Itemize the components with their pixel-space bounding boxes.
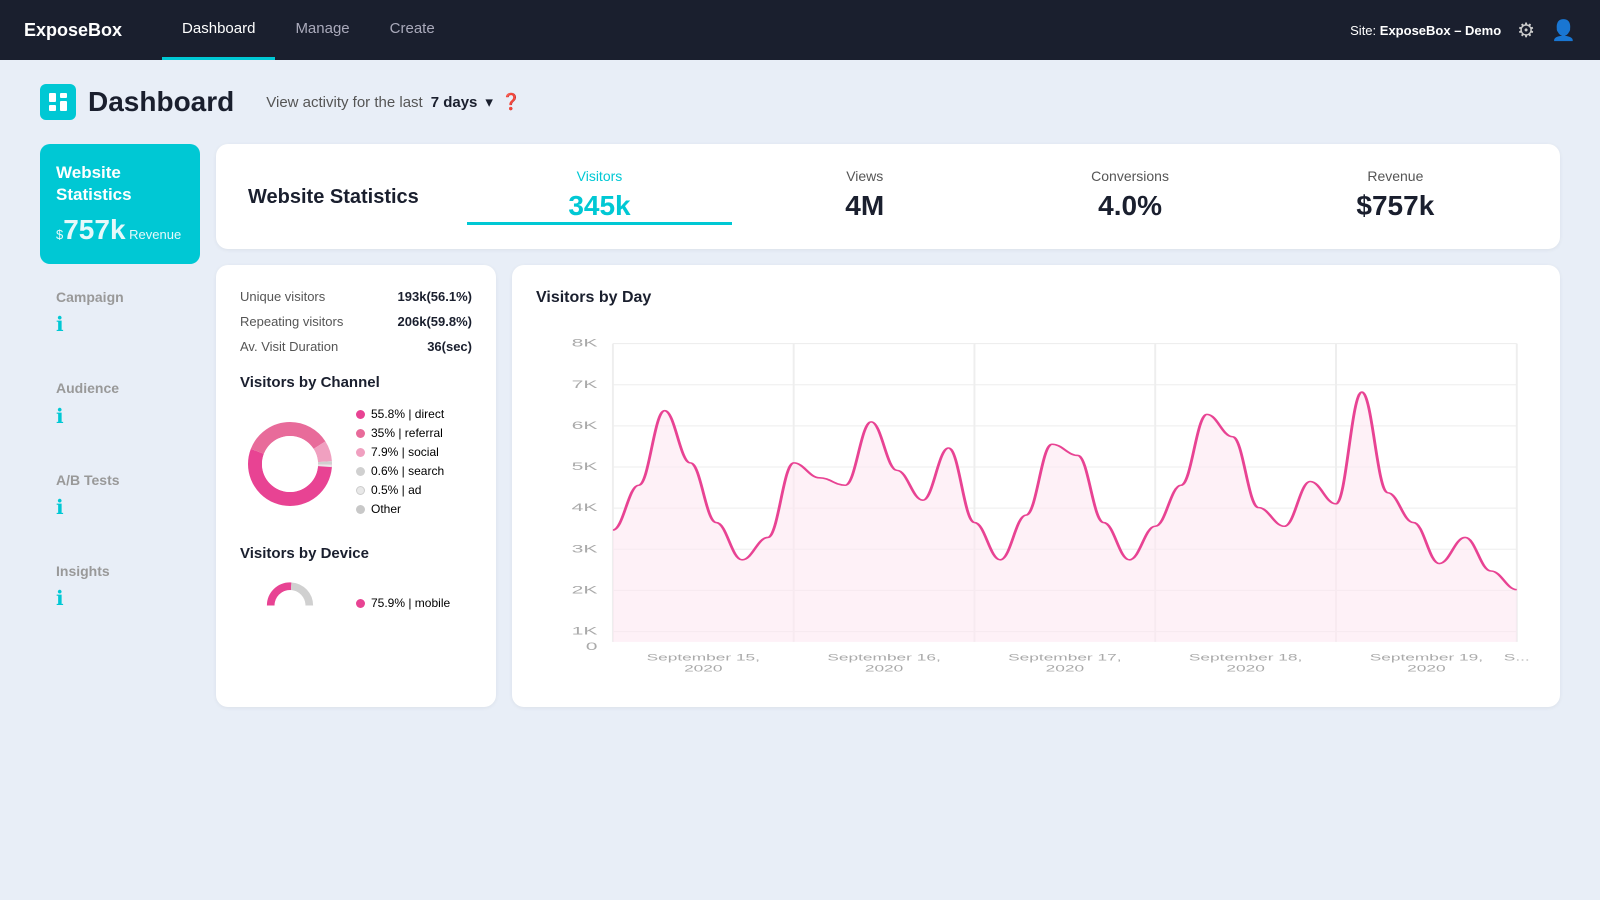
legend-dot-direct — [356, 410, 365, 419]
nav-link-dashboard[interactable]: Dashboard — [162, 0, 275, 60]
sidebar: Website Statistics $757k Revenue Campaig… — [40, 144, 200, 707]
metric-visitors[interactable]: Visitors 345k — [467, 168, 732, 225]
navbar: ExposeBox Dashboard Manage Create Site: … — [0, 0, 1600, 60]
legend-referral: 35% | referral — [356, 426, 444, 440]
channel-legend: 55.8% | direct 35% | referral 7.9% | soc… — [356, 407, 444, 521]
svg-text:6K: 6K — [572, 419, 599, 432]
legend-dot-other — [356, 505, 365, 514]
sidebar-item-audience[interactable]: Audience ℹ — [40, 355, 200, 446]
nav-logo: ExposeBox — [24, 20, 122, 41]
svg-text:0: 0 — [586, 640, 598, 653]
audience-icon: ℹ — [56, 404, 184, 429]
insights-icon: ℹ — [56, 586, 184, 611]
svg-text:2020: 2020 — [1046, 663, 1085, 674]
device-section: Visitors by Device 75.9% | mobile — [240, 545, 472, 633]
channel-donut-chart — [240, 414, 340, 514]
page-title: Dashboard — [88, 86, 234, 118]
page-header: Dashboard View activity for the last 7 d… — [40, 84, 1560, 120]
sidebar-item-revenue: $757k Revenue — [56, 214, 184, 246]
svg-text:8K: 8K — [572, 337, 599, 350]
activity-filter: View activity for the last 7 days ▾ ❓ — [266, 92, 521, 112]
stats-card: Website Statistics Visitors 345k Views 4… — [216, 144, 1560, 249]
sidebar-item-title: Website Statistics — [56, 162, 184, 206]
legend-search: 0.6% | search — [356, 464, 444, 478]
stat-visit-duration: Av. Visit Duration 36(sec) — [240, 339, 472, 354]
svg-text:3K: 3K — [572, 542, 599, 555]
visitors-by-day-chart: 8K 7K 6K 5K 4K 3K 2K 1K 0 — [536, 323, 1536, 683]
stat-unique-visitors: Unique visitors 193k(56.1%) — [240, 289, 472, 304]
metric-views[interactable]: Views 4M — [732, 168, 997, 225]
dashboard-icon — [40, 84, 76, 120]
right-panel: Visitors by Day — [512, 265, 1560, 707]
device-donut-section: 75.9% | mobile — [240, 578, 472, 633]
user-icon[interactable]: 👤 — [1551, 18, 1576, 43]
chart-title: Visitors by Day — [536, 289, 1536, 307]
metric-revenue[interactable]: Revenue $757k — [1263, 168, 1528, 225]
svg-text:5K: 5K — [572, 460, 599, 473]
nav-site: Site: ExposeBox – Demo — [1350, 23, 1501, 38]
filter-value[interactable]: 7 days — [431, 94, 478, 111]
svg-text:September 16,: September 16, — [827, 652, 940, 663]
campaign-icon: ℹ — [56, 312, 184, 337]
svg-text:1K: 1K — [572, 625, 599, 638]
legend-dot-social — [356, 448, 365, 457]
visitor-stats: Unique visitors 193k(56.1%) Repeating vi… — [240, 289, 472, 354]
svg-text:7K: 7K — [572, 378, 599, 391]
svg-text:S...: S... — [1504, 652, 1530, 663]
left-panel: Unique visitors 193k(56.1%) Repeating vi… — [216, 265, 496, 707]
svg-text:September 17,: September 17, — [1008, 652, 1121, 663]
svg-text:2K: 2K — [572, 584, 599, 597]
sidebar-item-ab-tests[interactable]: A/B Tests ℹ — [40, 447, 200, 538]
device-legend: 75.9% | mobile — [356, 596, 450, 615]
sidebar-item-campaign[interactable]: Campaign ℹ — [40, 264, 200, 355]
channel-donut-section: 55.8% | direct 35% | referral 7.9% | soc… — [240, 407, 472, 521]
legend-dot-referral — [356, 429, 365, 438]
nav-link-manage[interactable]: Manage — [275, 0, 369, 60]
legend-other: Other — [356, 502, 444, 516]
stats-card-title: Website Statistics — [248, 184, 419, 210]
svg-text:2020: 2020 — [1407, 663, 1446, 674]
main-layout: Website Statistics $757k Revenue Campaig… — [40, 144, 1560, 707]
nav-link-create[interactable]: Create — [370, 0, 455, 60]
svg-text:4K: 4K — [572, 501, 599, 514]
content-area: Website Statistics Visitors 345k Views 4… — [216, 144, 1560, 707]
stat-repeating-visitors: Repeating visitors 206k(59.8%) — [240, 314, 472, 329]
legend-dot-search — [356, 467, 365, 476]
ab-tests-icon: ℹ — [56, 495, 184, 520]
device-title: Visitors by Device — [240, 545, 472, 562]
metric-conversions[interactable]: Conversions 4.0% — [997, 168, 1262, 225]
sidebar-item-insights[interactable]: Insights ℹ — [40, 538, 200, 629]
legend-ad: 0.5% | ad — [356, 483, 444, 497]
device-donut-chart — [240, 578, 340, 633]
bottom-row: Unique visitors 193k(56.1%) Repeating vi… — [216, 265, 1560, 707]
nav-links: Dashboard Manage Create — [162, 0, 455, 60]
svg-text:2020: 2020 — [865, 663, 904, 674]
svg-text:September 18,: September 18, — [1189, 652, 1302, 663]
stats-metrics: Visitors 345k Views 4M Conversions 4.0% … — [467, 168, 1528, 225]
legend-dot-ad — [356, 486, 365, 495]
legend-social: 7.9% | social — [356, 445, 444, 459]
legend-direct: 55.8% | direct — [356, 407, 444, 421]
page-content: Dashboard View activity for the last 7 d… — [0, 60, 1600, 731]
svg-text:2020: 2020 — [684, 663, 723, 674]
sidebar-item-website-statistics[interactable]: Website Statistics $757k Revenue — [40, 144, 200, 264]
legend-dot-mobile — [356, 599, 365, 608]
svg-text:September 15,: September 15, — [647, 652, 760, 663]
chart-area: 8K 7K 6K 5K 4K 3K 2K 1K 0 — [536, 323, 1536, 683]
settings-icon[interactable]: ⚙ — [1517, 18, 1535, 43]
help-icon[interactable]: ❓ — [501, 92, 521, 112]
svg-text:2020: 2020 — [1226, 663, 1265, 674]
legend-mobile: 75.9% | mobile — [356, 596, 450, 610]
channel-title: Visitors by Channel — [240, 374, 472, 391]
svg-text:September 19,: September 19, — [1370, 652, 1483, 663]
nav-right: Site: ExposeBox – Demo ⚙ 👤 — [1350, 18, 1576, 43]
